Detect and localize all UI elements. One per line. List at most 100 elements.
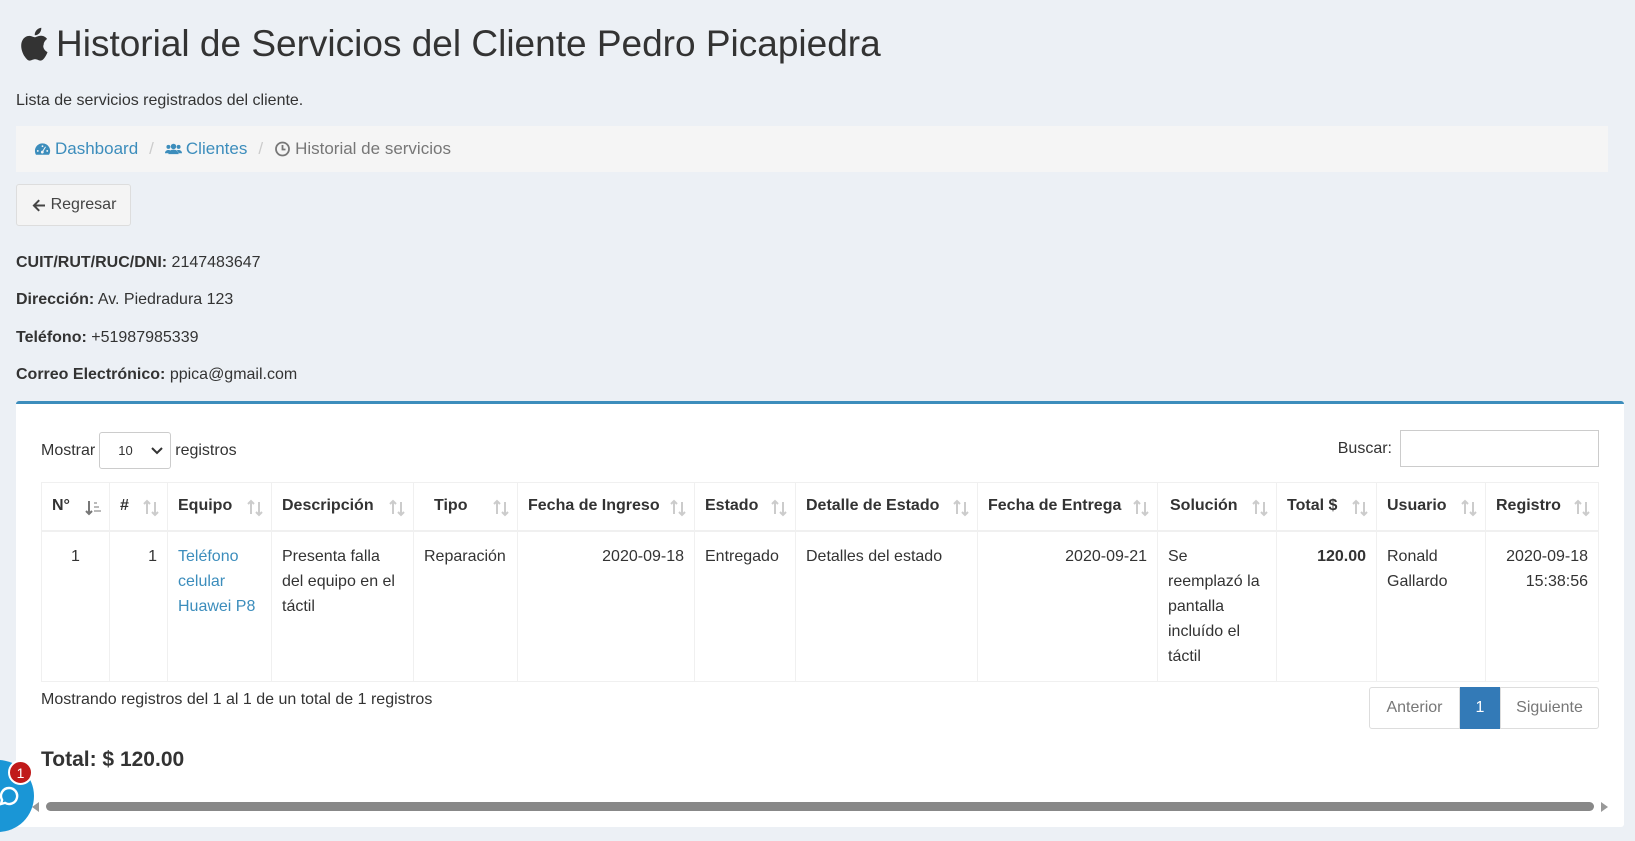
apple-icon bbox=[21, 27, 48, 61]
column-label: Estado bbox=[705, 497, 759, 515]
client-address-label: Dirección: bbox=[16, 291, 95, 308]
content-header: Historial de Servicios del Cliente Pedro… bbox=[0, 0, 1635, 172]
client-email-value: ppica@gmail.com bbox=[169, 366, 298, 383]
column-label: Usuario bbox=[1387, 497, 1447, 515]
page-length-control: Mostrar 10 registros bbox=[41, 432, 237, 469]
sort-icon bbox=[953, 499, 969, 517]
page-subtitle: Lista de servicios registrados del clien… bbox=[16, 92, 304, 109]
sort-icon bbox=[493, 499, 509, 517]
column-label: Detalle de Estado bbox=[806, 497, 940, 515]
page-length-value: 10 bbox=[118, 443, 133, 458]
client-email-label: Correo Electrónico: bbox=[16, 366, 166, 383]
search-label: Buscar: bbox=[1337, 439, 1392, 457]
chat-icon bbox=[0, 786, 19, 806]
cell-fecha-entrega: 2020-09-21 bbox=[977, 530, 1158, 682]
column-label: # bbox=[120, 497, 129, 515]
back-button[interactable]: Regresar bbox=[16, 184, 131, 226]
column-label: Fecha de Ingreso bbox=[528, 497, 660, 515]
next-page-button[interactable]: Siguiente bbox=[1500, 687, 1599, 729]
breadcrumb-dashboard-label: Dashboard bbox=[55, 139, 139, 158]
sort-icon bbox=[389, 499, 405, 517]
search-input[interactable] bbox=[1400, 430, 1599, 467]
cell-fecha-ingreso: 2020-09-18 bbox=[517, 530, 695, 682]
client-address-line: Dirección: Av. Piedradura 123 bbox=[16, 291, 233, 309]
sort-icon bbox=[670, 499, 686, 517]
scroll-right-icon[interactable] bbox=[1601, 802, 1608, 812]
column-label: Descripción bbox=[282, 497, 374, 515]
horizontal-scrollbar[interactable] bbox=[32, 798, 1608, 814]
client-phone-value: +51987985339 bbox=[91, 329, 199, 346]
page-title: Historial de Servicios del Cliente Pedro… bbox=[16, 20, 1619, 68]
client-id-line: CUIT/RUT/RUC/DNI: 2147483647 bbox=[16, 254, 261, 272]
sort-icon bbox=[1252, 499, 1268, 517]
services-box: Mostrar 10 registros Buscar: N° # Equipo… bbox=[16, 401, 1624, 827]
column-header-descripcion[interactable]: Descripción bbox=[271, 482, 414, 532]
cell-tipo: Reparación bbox=[413, 530, 518, 682]
column-header-total[interactable]: Total $ bbox=[1276, 482, 1377, 532]
breadcrumb-clientes[interactable]: Clientes bbox=[164, 139, 248, 159]
search-control: Buscar: bbox=[1338, 430, 1599, 467]
arrow-left-icon bbox=[32, 199, 45, 211]
page-length-select[interactable]: 10 bbox=[99, 432, 172, 469]
client-id-label: CUIT/RUT/RUC/DNI: bbox=[16, 254, 168, 271]
breadcrumb-separator: / bbox=[149, 139, 154, 158]
show-label: Mostrar bbox=[41, 441, 96, 459]
cell-registro: 2020-09-18 15:38:56 bbox=[1485, 530, 1599, 682]
sort-icon bbox=[143, 499, 159, 517]
column-header-tipo[interactable]: Tipo bbox=[413, 482, 518, 532]
breadcrumb-separator: / bbox=[258, 139, 264, 158]
client-phone-label: Teléfono: bbox=[16, 329, 87, 346]
breadcrumb-historial: Historial de servicios bbox=[274, 139, 451, 159]
column-header-solucion[interactable]: Solución bbox=[1157, 482, 1277, 532]
equipo-link[interactable]: Teléfono celular Huawei P8 bbox=[178, 548, 255, 615]
back-button-label: Regresar bbox=[50, 196, 117, 213]
cell-equipo: Teléfono celular Huawei P8 bbox=[167, 530, 272, 682]
notification-badge: 1 bbox=[8, 760, 33, 785]
cell-descripcion: Presenta falla del equipo en el táctil bbox=[271, 530, 414, 682]
cell-detalle-estado: Detalles del estado bbox=[795, 530, 978, 682]
column-label: Solución bbox=[1170, 497, 1238, 515]
cell-solucion: Se reemplazó la pantalla incluído el tác… bbox=[1157, 530, 1277, 682]
column-header-detalle-estado[interactable]: Detalle de Estado bbox=[795, 482, 978, 532]
cell-num: 1 bbox=[109, 530, 168, 682]
client-id-value: 2147483647 bbox=[171, 254, 261, 271]
column-header-num[interactable]: # bbox=[109, 482, 168, 532]
column-header-fecha-ingreso[interactable]: Fecha de Ingreso bbox=[517, 482, 695, 532]
sort-asc-icon bbox=[85, 501, 101, 516]
clock-icon bbox=[275, 141, 290, 157]
breadcrumb-dashboard[interactable]: Dashboard bbox=[34, 139, 138, 159]
column-header-n[interactable]: N° bbox=[41, 482, 110, 532]
page-1-button[interactable]: 1 bbox=[1460, 687, 1500, 729]
column-header-estado[interactable]: Estado bbox=[694, 482, 796, 532]
column-label: Equipo bbox=[178, 497, 233, 515]
chevron-down-icon bbox=[150, 446, 163, 454]
table-header-row: N° # Equipo Descripción Tipo Fecha de In… bbox=[41, 482, 1599, 532]
sort-icon bbox=[247, 499, 263, 517]
table-info: Mostrando registros del 1 al 1 de un tot… bbox=[41, 691, 433, 708]
column-header-usuario[interactable]: Usuario bbox=[1376, 482, 1486, 532]
column-label: Total $ bbox=[1287, 497, 1338, 515]
sort-icon bbox=[771, 499, 787, 517]
table-row: 1 1 Teléfono celular Huawei P8 Presenta … bbox=[41, 530, 1599, 682]
column-header-equipo[interactable]: Equipo bbox=[167, 482, 272, 532]
column-header-registro[interactable]: Registro bbox=[1485, 482, 1599, 532]
cell-estado: Entregado bbox=[694, 530, 796, 682]
previous-page-button[interactable]: Anterior bbox=[1369, 687, 1460, 729]
services-table: N° # Equipo Descripción Tipo Fecha de In… bbox=[41, 482, 1599, 682]
users-icon bbox=[164, 143, 182, 155]
sort-icon bbox=[1574, 499, 1590, 517]
breadcrumb-clientes-label: Clientes bbox=[185, 139, 248, 158]
column-label: Tipo bbox=[434, 497, 468, 515]
records-label: registros bbox=[175, 441, 237, 459]
page-title-text: Historial de Servicios del Cliente Pedro… bbox=[56, 23, 881, 64]
cell-n: 1 bbox=[41, 530, 110, 682]
sort-icon bbox=[1133, 499, 1149, 517]
cell-total: 120.00 bbox=[1276, 530, 1377, 682]
column-label: Fecha de Entrega bbox=[988, 497, 1122, 515]
scrollbar-thumb[interactable] bbox=[46, 802, 1594, 811]
client-phone-line: Teléfono: +51987985339 bbox=[16, 329, 199, 347]
dashboard-icon bbox=[34, 143, 51, 155]
pagination: Anterior 1 Siguiente bbox=[1369, 687, 1599, 729]
column-label: N° bbox=[52, 497, 70, 515]
column-header-fecha-entrega[interactable]: Fecha de Entrega bbox=[977, 482, 1158, 532]
